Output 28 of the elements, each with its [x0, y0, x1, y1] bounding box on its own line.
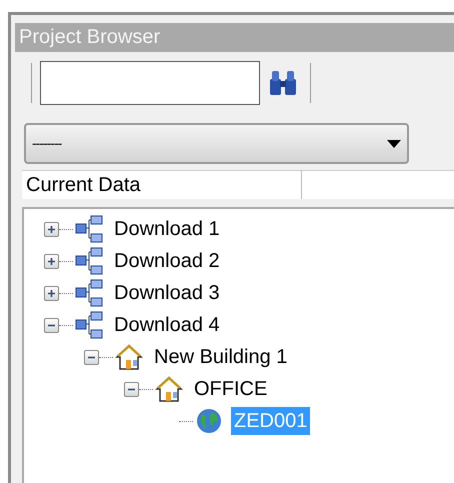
house-icon	[155, 375, 183, 403]
tree-item[interactable]: OFFICE	[191, 375, 270, 403]
expander-toggle[interactable]	[44, 254, 59, 268]
plus-icon	[47, 256, 56, 266]
plus-icon	[47, 288, 56, 298]
tree-item[interactable]: Download 1	[111, 215, 223, 243]
caret-icon	[387, 140, 401, 148]
binoculars-icon[interactable]	[268, 69, 298, 97]
network-icon	[75, 279, 103, 307]
expander-toggle[interactable]	[44, 318, 59, 332]
network-icon	[75, 247, 103, 275]
tree-item[interactable]: Download 2	[111, 247, 223, 275]
network-icon	[75, 311, 103, 339]
column-header[interactable]: Current Data	[22, 171, 302, 199]
tree-item[interactable]: New Building 1	[151, 343, 290, 371]
network-icon	[75, 215, 103, 243]
expander-toggle[interactable]	[44, 286, 59, 300]
globe-icon	[195, 407, 223, 435]
expander-toggle[interactable]	[44, 222, 59, 236]
tree-item[interactable]: Download 3	[111, 279, 223, 307]
panel-title: Project Browser	[15, 23, 454, 52]
dropdown-field[interactable]: --------	[24, 123, 409, 164]
tree-item[interactable]: Download 4	[111, 311, 223, 339]
house-icon	[115, 343, 143, 371]
expander-toggle[interactable]	[84, 350, 99, 364]
search-field[interactable]	[40, 61, 260, 105]
plus-icon	[47, 224, 56, 234]
expander-toggle[interactable]	[124, 382, 139, 396]
